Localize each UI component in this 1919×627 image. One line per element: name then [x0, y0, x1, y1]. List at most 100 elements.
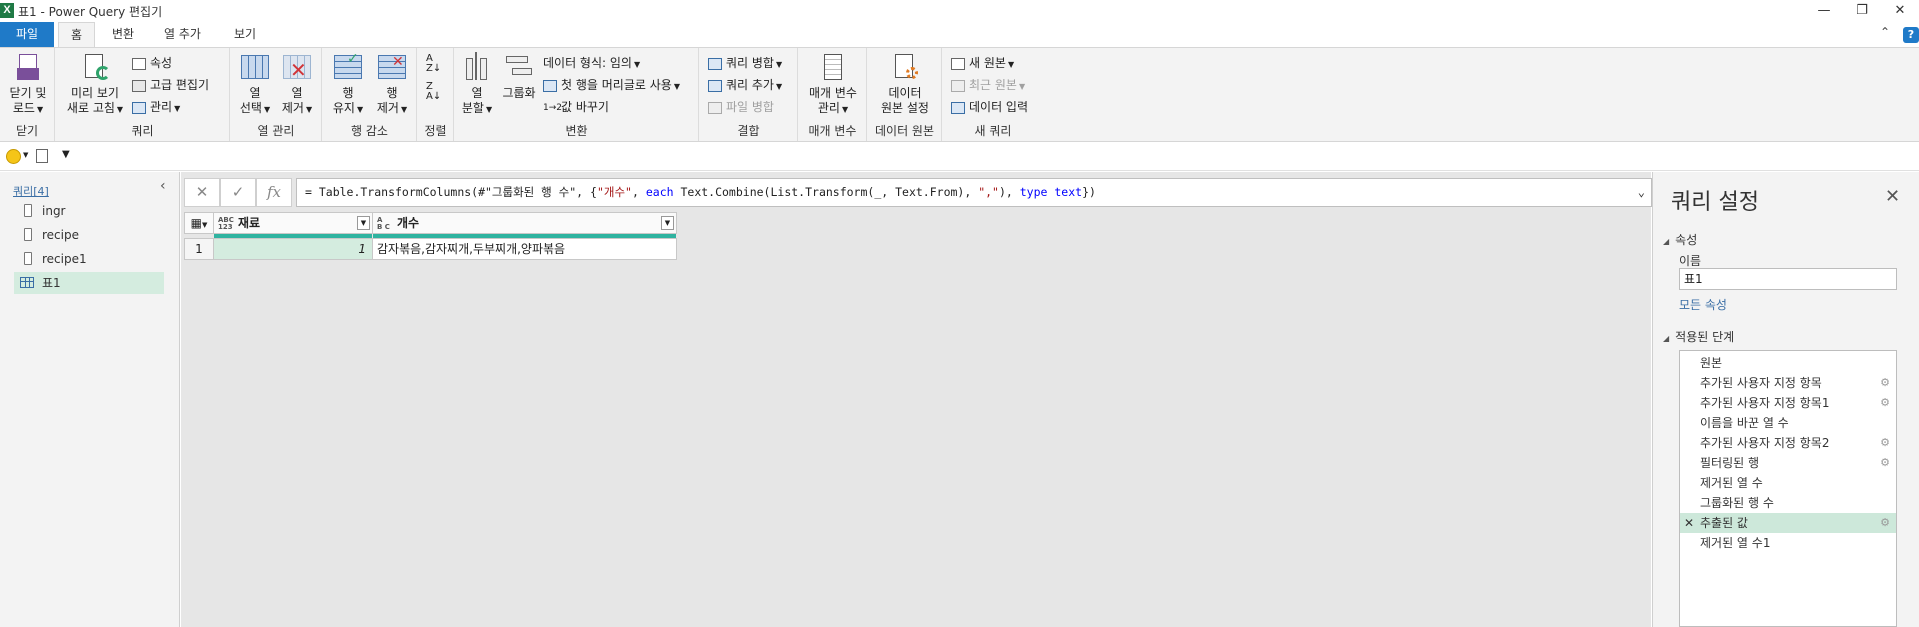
- formula-commit-icon[interactable]: ✓: [220, 178, 256, 207]
- queries-header[interactable]: 쿼리[4]: [13, 183, 49, 199]
- step-item[interactable]: 제거된 열 수: [1680, 473, 1896, 493]
- split-column-icon: [462, 52, 492, 82]
- applied-steps-section-header[interactable]: ◢ 적용된 단계: [1663, 328, 1734, 345]
- replace-values-button[interactable]: 1→2값 바꾸기: [543, 98, 609, 116]
- step-item[interactable]: 추가된 사용자 지정 항목1 ⚙: [1680, 393, 1896, 413]
- data-source-settings-button[interactable]: 데이터 원본 설정: [870, 52, 940, 116]
- refresh-preview-button[interactable]: 미리 보기 새로 고침 ▼: [62, 52, 128, 117]
- query-settings-pane: 쿼리 설정 ✕ ◢ 속성 이름 표1 모든 속성 ◢ 적용된 단계 원본 추가된 사…: [1652, 172, 1919, 627]
- group-new-query: 새 원본 ▼ 최근 원본 ▼ 데이터 입력 새 쿼리: [943, 48, 1043, 141]
- group-label-transform: 변환: [565, 124, 588, 138]
- close-and-load-button[interactable]: 닫기 및 로드 ▼: [4, 52, 52, 117]
- minimize-icon[interactable]: —: [1804, 0, 1844, 22]
- data-type-dropdown[interactable]: 데이터 형식: 임의 ▼: [543, 54, 640, 72]
- manage-icon: [132, 101, 146, 114]
- gear-icon[interactable]: ⚙: [1880, 453, 1890, 473]
- enter-data-button[interactable]: 데이터 입력: [951, 98, 1028, 116]
- fx-icon[interactable]: fx: [256, 178, 292, 207]
- table-cell[interactable]: 1: [213, 238, 373, 260]
- smiley-dropdown-icon[interactable]: ▼: [23, 151, 28, 159]
- sort-ascending-icon[interactable]: A Z↓: [426, 54, 441, 74]
- tab-view[interactable]: 보기: [222, 22, 268, 47]
- help-icon[interactable]: ?: [1903, 27, 1919, 43]
- step-item[interactable]: 원본: [1680, 353, 1896, 373]
- remove-rows-icon: ✕: [377, 52, 407, 82]
- step-item[interactable]: 필터링된 행 ⚙: [1680, 453, 1896, 473]
- keep-rows-button[interactable]: ✓ 행 유지 ▼: [327, 52, 369, 117]
- column-header-count[interactable]: AB C 개수 ▼: [372, 212, 677, 234]
- merge-queries-icon: [708, 57, 722, 70]
- table-cell[interactable]: 감자볶음,감자찌개,두부찌개,양파볶음: [372, 238, 677, 260]
- ribbon-collapse-icon[interactable]: ⌃: [1880, 25, 1890, 39]
- step-item[interactable]: 이름을 바꾼 열 수: [1680, 413, 1896, 433]
- step-item-selected[interactable]: ✕ 추출된 값 ⚙: [1680, 513, 1896, 533]
- group-manage-columns: 열 선택 ▼ ✕ 열 제거 ▼ 열 관리: [231, 48, 322, 141]
- qat-customize-icon[interactable]: ▼: [62, 149, 70, 160]
- tab-home[interactable]: 홈: [58, 22, 96, 47]
- query-doc-icon: [24, 204, 32, 217]
- step-item[interactable]: 추가된 사용자 지정 항목 ⚙: [1680, 373, 1896, 393]
- replace-values-icon: 1→2: [543, 102, 562, 113]
- row-number[interactable]: 1: [184, 238, 214, 260]
- recent-sources-button[interactable]: 최근 원본 ▼: [951, 76, 1025, 94]
- group-by-button[interactable]: 그룹화: [499, 52, 539, 101]
- group-parameters: 매개 변수 관리 ▼ 매개 변수: [799, 48, 867, 141]
- tab-file[interactable]: 파일: [0, 22, 54, 47]
- column-filter-icon[interactable]: ▼: [357, 216, 370, 230]
- gear-icon[interactable]: ⚙: [1880, 393, 1890, 413]
- step-item[interactable]: 그룹화된 행 수: [1680, 493, 1896, 513]
- collapse-pane-icon[interactable]: ‹: [160, 178, 166, 194]
- merge-queries-button[interactable]: 쿼리 병합 ▼: [708, 54, 782, 72]
- advanced-editor-button[interactable]: 고급 편집기: [132, 76, 209, 94]
- new-source-button[interactable]: 새 원본 ▼: [951, 54, 1014, 72]
- query-item-ingr[interactable]: ingr: [14, 200, 164, 222]
- properties-button[interactable]: 속성: [132, 54, 172, 72]
- step-item[interactable]: 제거된 열 수1: [1680, 533, 1896, 553]
- properties-icon: [132, 57, 146, 70]
- query-doc-icon: [24, 252, 32, 265]
- tab-add-column[interactable]: 열 추가: [152, 22, 213, 47]
- formula-expand-icon[interactable]: ⌄: [1638, 179, 1645, 206]
- group-combine: 쿼리 병합 ▼ 쿼리 추가 ▼ 파일 병합 결합: [700, 48, 798, 141]
- gear-icon[interactable]: ⚙: [1880, 373, 1890, 393]
- combine-files-button[interactable]: 파일 병합: [708, 98, 774, 116]
- table-menu-icon[interactable]: ▦▼: [184, 212, 214, 234]
- gear-icon[interactable]: ⚙: [1880, 513, 1890, 533]
- column-filter-icon[interactable]: ▼: [661, 216, 674, 230]
- step-item[interactable]: 추가된 사용자 지정 항목2 ⚙: [1680, 433, 1896, 453]
- query-item-table1[interactable]: 표1: [14, 272, 164, 294]
- column-header-ingredient[interactable]: ABC 123 재료 ▼: [213, 212, 373, 234]
- close-pane-icon[interactable]: ✕: [1885, 186, 1900, 207]
- manage-button[interactable]: 관리 ▼: [132, 98, 180, 116]
- choose-columns-button[interactable]: 열 선택 ▼: [235, 52, 275, 117]
- tab-transform[interactable]: 변환: [100, 22, 146, 47]
- close-window-icon[interactable]: ✕: [1880, 0, 1919, 22]
- split-column-button[interactable]: 열 분할 ▼: [457, 52, 497, 117]
- formula-input[interactable]: = Table.TransformColumns(#"그룹화된 행 수", {"…: [296, 178, 1652, 207]
- data-source-settings-icon: [890, 52, 920, 82]
- append-queries-button[interactable]: 쿼리 추가 ▼: [708, 76, 782, 94]
- ribbon: 닫기 및 로드 ▼ 닫기 미리 보기 새로 고침 ▼ 속성 고급 편집기 관리 ▼ 쿼…: [0, 47, 1919, 142]
- feedback-smiley-icon[interactable]: [6, 149, 21, 164]
- all-properties-link[interactable]: 모든 속성: [1679, 296, 1727, 313]
- sort-descending-icon[interactable]: Z A↓: [426, 82, 441, 102]
- use-first-row-as-headers-button[interactable]: 첫 행을 머리글로 사용 ▼: [543, 76, 680, 94]
- group-label-data-source: 데이터 원본: [874, 124, 934, 138]
- group-label-manage-columns: 열 관리: [257, 124, 295, 138]
- remove-rows-button[interactable]: ✕ 행 제거 ▼: [371, 52, 413, 117]
- restore-icon[interactable]: ❐: [1842, 0, 1882, 22]
- properties-section-header[interactable]: ◢ 속성: [1663, 231, 1697, 248]
- gear-icon[interactable]: ⚙: [1880, 433, 1890, 453]
- qat-document-icon[interactable]: [36, 149, 48, 163]
- delete-step-icon[interactable]: ✕: [1684, 513, 1694, 533]
- query-item-recipe[interactable]: recipe: [14, 224, 164, 246]
- append-queries-icon: [708, 79, 722, 92]
- remove-columns-button[interactable]: ✕ 열 제거 ▼: [277, 52, 317, 117]
- query-item-recipe1[interactable]: recipe1: [14, 248, 164, 270]
- group-label-parameters: 매개 변수: [808, 124, 857, 138]
- manage-parameters-button[interactable]: 매개 변수 관리 ▼: [801, 52, 865, 117]
- queries-pane: 쿼리[4] ‹ ingr recipe recipe1 표1: [0, 172, 180, 627]
- formula-cancel-icon[interactable]: ✕: [184, 178, 220, 207]
- type-text-icon: AB C: [377, 215, 390, 231]
- query-name-input[interactable]: 표1: [1679, 268, 1897, 290]
